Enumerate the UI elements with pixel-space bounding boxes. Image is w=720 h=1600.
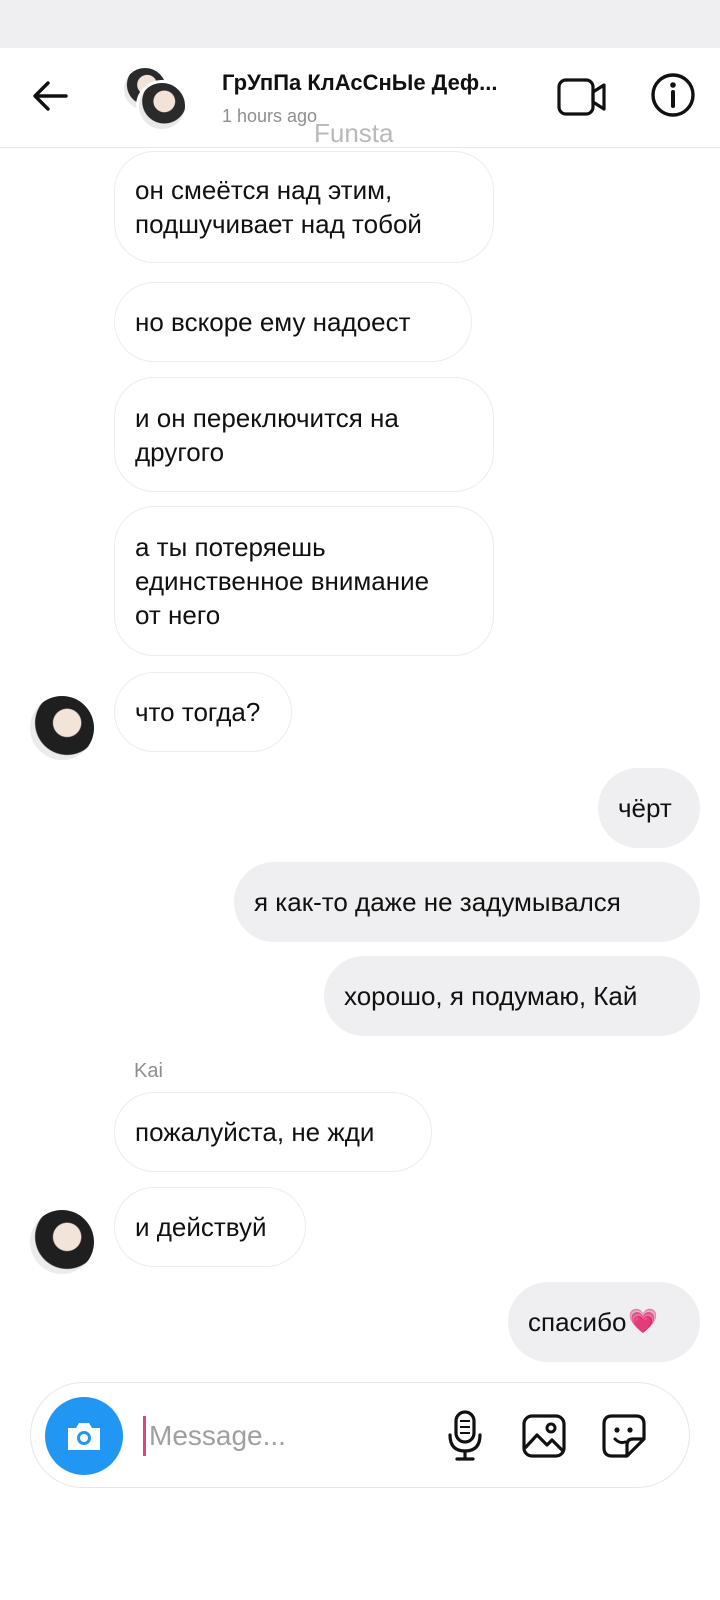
message-bubble[interactable]: пожалуйста, не жди — [114, 1092, 432, 1172]
message-input[interactable] — [149, 1411, 409, 1461]
group-avatar[interactable] — [122, 66, 192, 132]
heart-emoji: 💗 — [628, 1308, 659, 1335]
voice-message-button[interactable] — [445, 1409, 485, 1463]
message-bubble[interactable]: хорошо, я подумаю, Кай — [324, 956, 700, 1036]
status-bar — [0, 0, 720, 48]
message-bubble[interactable]: но вскоре ему надоест — [114, 282, 472, 362]
message-bubble[interactable]: и он переключится на другого — [114, 377, 494, 492]
message-bubble[interactable]: я как-то даже не задумывался — [234, 862, 700, 942]
sender-name: Kai — [134, 1060, 163, 1082]
microphone-icon — [448, 1410, 482, 1461]
message-bubble[interactable]: что тогда? — [114, 672, 292, 752]
sender-avatar[interactable] — [30, 1210, 94, 1274]
message-bubble[interactable]: а ты потеряешь единственное внимание от … — [114, 506, 494, 656]
avatar — [136, 80, 188, 132]
chat-header: ГрУпПа КлАсСнЫе Деф... 1 hours ago Funst… — [0, 48, 720, 148]
message-bubble[interactable]: он смеётся над этим, подшучивает над тоб… — [114, 151, 494, 263]
sticker-button[interactable] — [601, 1413, 647, 1459]
video-call-button[interactable] — [556, 74, 608, 120]
info-button[interactable] — [648, 70, 698, 120]
watermark: Funsta — [314, 118, 394, 148]
last-active-status: 1 hours ago — [222, 106, 318, 126]
message-composer — [30, 1382, 690, 1488]
video-camera-icon — [557, 78, 606, 116]
message-bubble[interactable]: спасибо 💗 — [508, 1282, 700, 1362]
image-icon — [522, 1414, 566, 1458]
back-button[interactable] — [28, 74, 72, 118]
chat-title[interactable]: ГрУпПа КлАсСнЫе Деф... — [222, 70, 532, 96]
gallery-button[interactable] — [521, 1413, 567, 1459]
info-icon — [651, 73, 695, 117]
sticker-icon — [602, 1414, 646, 1458]
arrow-left-icon — [33, 81, 68, 111]
message-bubble[interactable]: и действуй — [114, 1187, 306, 1267]
camera-icon — [68, 1423, 100, 1450]
text-cursor — [143, 1416, 146, 1456]
sender-avatar[interactable] — [30, 696, 94, 760]
message-bubble[interactable]: чёрт — [598, 768, 700, 848]
camera-button[interactable] — [45, 1397, 123, 1475]
message-text: спасибо — [528, 1307, 627, 1337]
